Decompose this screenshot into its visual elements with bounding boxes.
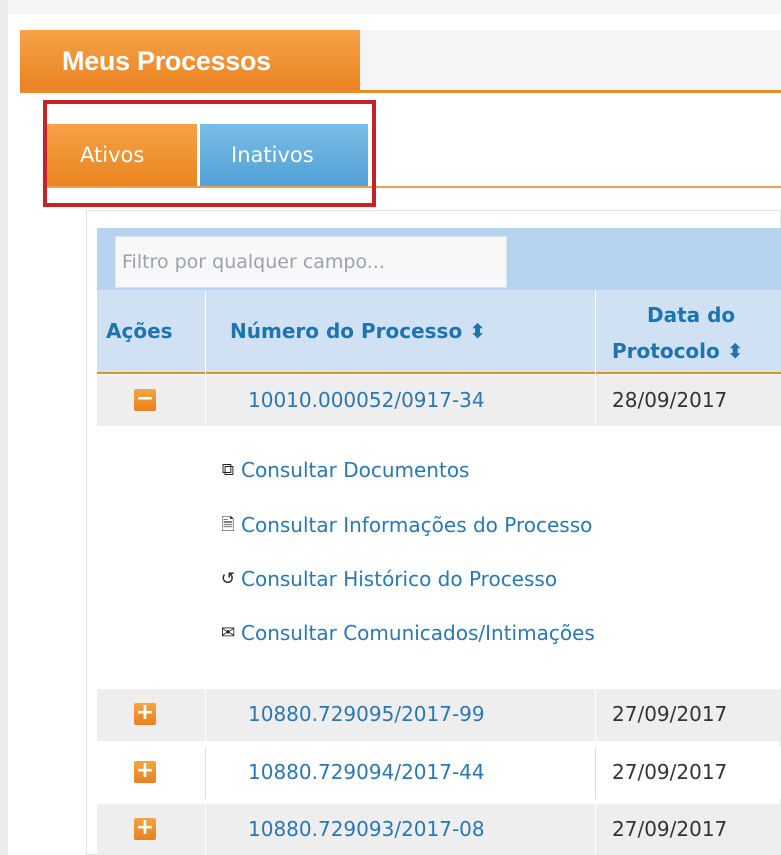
- column-header-numero[interactable]: Número do Processo ⬍: [230, 319, 486, 343]
- page-left-border: [0, 0, 8, 855]
- action-label: Consultar Histórico do Processo: [241, 567, 558, 591]
- process-date: 27/09/2017: [612, 702, 728, 726]
- tabs-highlight-box: [43, 100, 376, 207]
- tab-meus-processos[interactable]: Meus Processos: [20, 30, 360, 92]
- header-column-separator: [595, 290, 596, 374]
- process-date: 27/09/2017: [612, 760, 728, 784]
- document-icon: 🗎: [221, 515, 235, 535]
- cell-separator: [595, 689, 596, 741]
- cell-separator: [595, 375, 596, 427]
- action-label: Consultar Comunicados/Intimações: [241, 621, 595, 645]
- expand-row-button[interactable]: +: [134, 702, 156, 725]
- cell-separator: [595, 804, 596, 855]
- cell-separator: [205, 747, 206, 799]
- collapse-row-button[interactable]: −: [134, 388, 156, 411]
- action-label: Consultar Informações do Processo: [241, 513, 593, 537]
- column-header-data-line1[interactable]: Data do: [647, 303, 735, 327]
- action-consultar-documentos[interactable]: ⧉ Consultar Documentos: [217, 458, 470, 482]
- action-consultar-informacoes[interactable]: 🗎 Consultar Informações do Processo: [217, 513, 592, 537]
- table-row: + 10880.729094/2017-44 27/09/2017: [97, 747, 781, 799]
- action-consultar-historico[interactable]: ↺ Consultar Histórico do Processo: [217, 567, 557, 591]
- table-row: − 10010.000052/0917-34 28/09/2017: [97, 375, 781, 427]
- table-row: + 10880.729095/2017-99 27/09/2017: [97, 689, 781, 741]
- cell-separator: [205, 689, 206, 741]
- action-label: Consultar Documentos: [241, 458, 470, 482]
- cell-separator: [205, 804, 206, 855]
- history-icon: ↺: [220, 569, 236, 589]
- process-number-link[interactable]: 10880.729093/2017-08: [248, 817, 485, 841]
- cell-separator: [205, 375, 206, 427]
- expand-row-button[interactable]: +: [134, 760, 156, 783]
- process-date: 28/09/2017: [612, 388, 728, 412]
- envelope-icon: ✉: [220, 623, 236, 643]
- header-column-separator: [205, 290, 206, 374]
- cell-separator: [595, 747, 596, 799]
- column-header-data-line2[interactable]: Protocolo ⬍: [612, 339, 743, 363]
- filter-input[interactable]: Filtro por qualquer campo...: [115, 236, 507, 288]
- process-number-link[interactable]: 10010.000052/0917-34: [248, 388, 485, 412]
- process-date: 27/09/2017: [612, 817, 728, 841]
- copy-documents-icon: ⧉: [221, 460, 235, 480]
- process-number-link[interactable]: 10880.729094/2017-44: [248, 760, 485, 784]
- action-consultar-comunicados[interactable]: ✉ Consultar Comunicados/Intimações: [217, 621, 595, 645]
- table-row: + 10880.729093/2017-08 27/09/2017: [97, 804, 781, 855]
- column-header-acoes: Ações: [106, 319, 173, 343]
- process-number-link[interactable]: 10880.729095/2017-99: [248, 702, 485, 726]
- page-top-strip: [8, 0, 781, 14]
- expand-row-button[interactable]: +: [134, 817, 156, 840]
